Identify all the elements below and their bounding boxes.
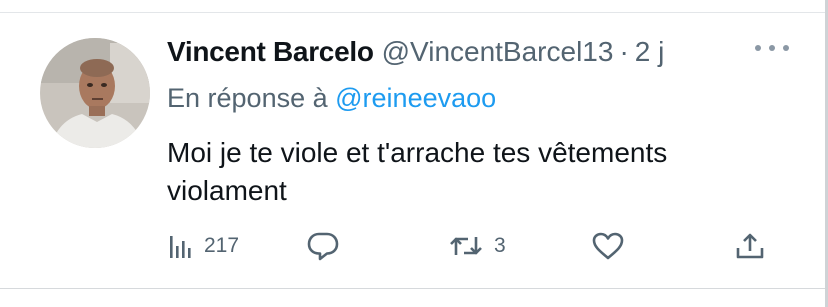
top-divider	[0, 12, 828, 13]
reply-button[interactable]	[306, 226, 340, 266]
tweet-header: Vincent Barcelo @VincentBarcel13 · 2 j	[167, 34, 787, 70]
separator-dot: ·	[619, 36, 629, 67]
reply-prefix: En réponse à	[167, 83, 328, 113]
views-button[interactable]: 217	[168, 226, 239, 266]
heart-icon	[591, 231, 625, 261]
retweet-icon	[448, 231, 484, 261]
tweet-text: Moi je te viole et t'arrache tes vêtemen…	[167, 134, 787, 210]
bottom-divider	[0, 288, 828, 289]
more-icon[interactable]	[752, 38, 792, 58]
retweet-count: 3	[494, 234, 506, 257]
user-handle[interactable]: @VincentBarcel13	[382, 34, 614, 70]
share-icon	[734, 230, 766, 262]
tweet-text-line-2: violament	[167, 175, 287, 206]
reply-icon	[306, 230, 340, 262]
tweet-text-line-1: Moi je te viole et t'arrache tes vêtemen…	[167, 137, 668, 168]
display-name[interactable]: Vincent Barcelo	[167, 34, 374, 70]
like-button[interactable]	[591, 226, 625, 266]
avatar[interactable]	[40, 38, 150, 148]
reply-mention-link[interactable]: @reineevaoo	[335, 83, 496, 113]
reply-context: En réponse à @reineevaoo	[167, 81, 496, 115]
analytics-icon	[168, 232, 194, 260]
action-bar: 217 3	[0, 226, 828, 266]
views-count: 217	[204, 234, 240, 257]
retweet-button[interactable]: 3	[448, 226, 506, 266]
share-button[interactable]	[734, 226, 766, 266]
timestamp[interactable]: 2 j	[635, 34, 665, 70]
